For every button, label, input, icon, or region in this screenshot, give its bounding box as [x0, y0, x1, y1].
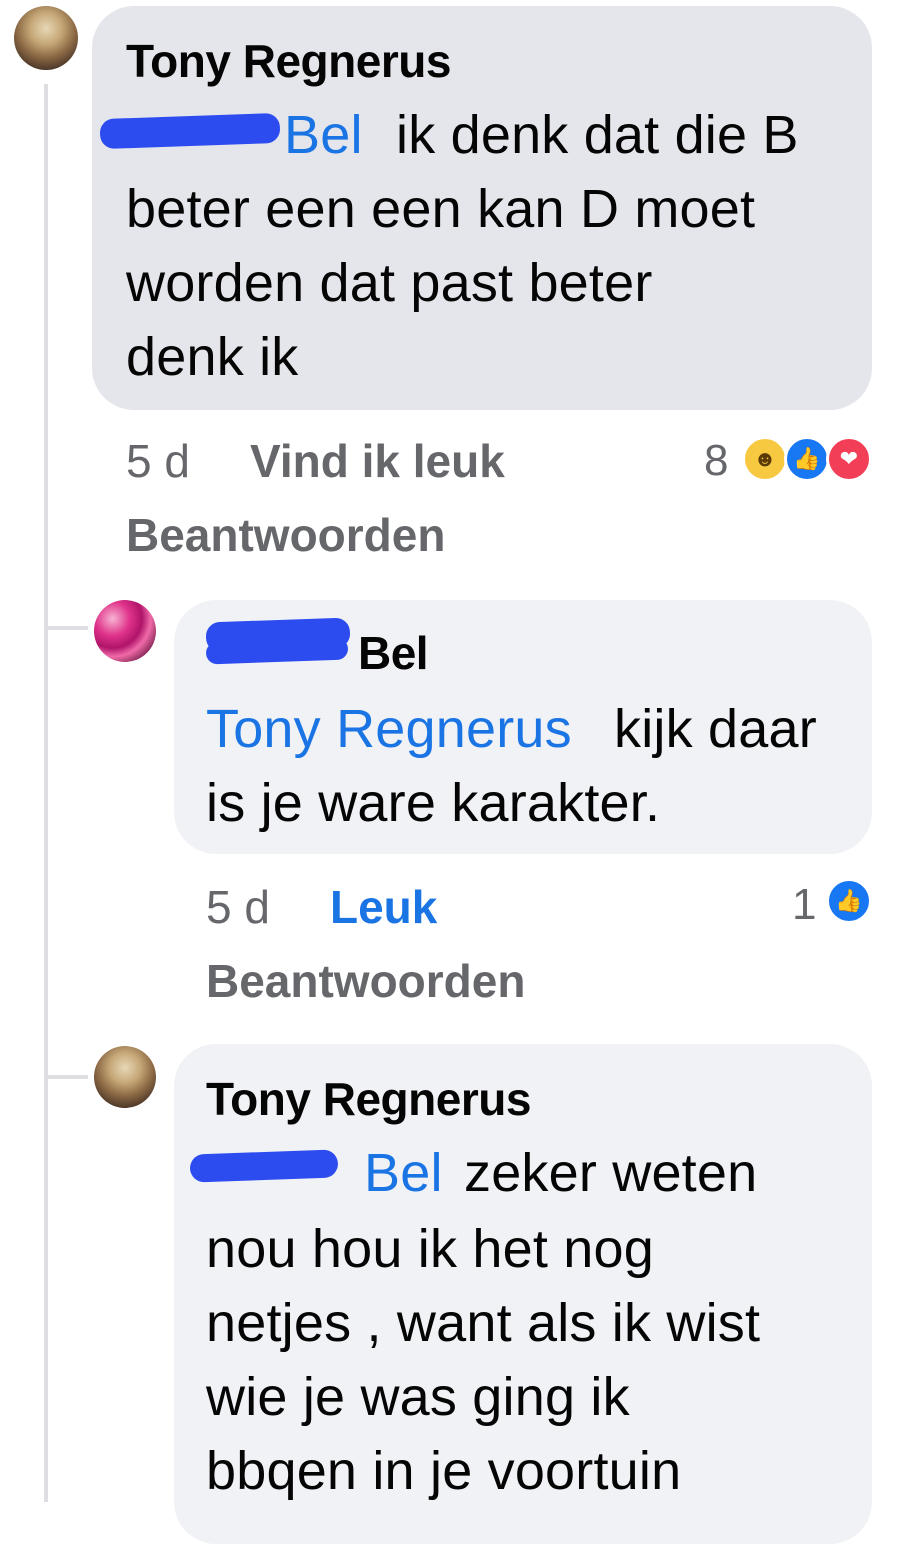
comment-text-line: bbqen in je voortuin — [206, 1441, 682, 1501]
comment-author[interactable]: Tony Regnerus — [126, 34, 451, 88]
comment-text-line: worden dat past beter — [126, 253, 653, 313]
love-icon: ❤ — [826, 436, 872, 482]
avatar[interactable] — [14, 6, 78, 70]
avatar[interactable] — [94, 600, 156, 662]
redaction-mark — [99, 112, 281, 150]
like-icon: 👍 — [826, 878, 872, 924]
thread-branch — [44, 626, 88, 630]
comment-text-line: wie je was ging ik — [206, 1367, 630, 1427]
haha-icon: ☻ — [742, 436, 788, 482]
thread-branch — [44, 1075, 88, 1079]
comment-timestamp[interactable]: 5 d — [206, 880, 270, 934]
comment-text-line: netjes , want als ik wist — [206, 1293, 761, 1353]
mention-link[interactable]: Bel — [284, 104, 363, 166]
comment-text-line: kijk daar — [614, 699, 817, 759]
comment-text-line: beter een een kan D moet — [126, 179, 756, 239]
reaction-count[interactable]: 1 — [792, 880, 816, 930]
comment-timestamp[interactable]: 5 d — [126, 434, 190, 488]
comment-text-line: nou hou ik het nog — [206, 1219, 654, 1279]
reaction-count[interactable]: 8 — [704, 436, 728, 486]
avatar[interactable] — [94, 1046, 156, 1108]
like-button[interactable]: Leuk — [330, 880, 437, 934]
mention-link[interactable]: Bel — [364, 1142, 443, 1204]
like-button[interactable]: Vind ik leuk — [250, 434, 505, 488]
redaction-mark — [189, 1149, 339, 1183]
comment-text-line: ik denk dat die B — [396, 105, 799, 165]
comment-author[interactable]: Bel — [358, 626, 429, 680]
comment-text-line: is je ware karakter. — [206, 773, 661, 833]
comment-text-line: zeker weten — [464, 1143, 758, 1203]
thread-line — [44, 84, 48, 1502]
mention-link[interactable]: Tony Regnerus — [206, 698, 572, 760]
like-icon: 👍 — [784, 436, 830, 482]
reply-button[interactable]: Beantwoorden — [206, 954, 525, 1008]
reply-button[interactable]: Beantwoorden — [126, 508, 445, 562]
comment-author[interactable]: Tony Regnerus — [206, 1072, 531, 1126]
comment-text-line: denk ik — [126, 327, 299, 387]
